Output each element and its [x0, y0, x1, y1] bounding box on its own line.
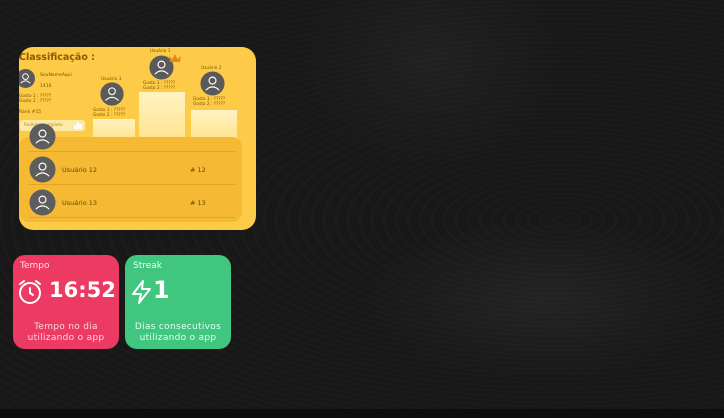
streak-title: Streak [133, 261, 163, 271]
streak-desc-line-2: utilizando o app [139, 333, 217, 343]
ranking-card: Classificação : SeuNomeAqui 1416 Gosto 1… [19, 47, 256, 230]
user-rank: # 12 [190, 166, 206, 174]
user-avatar-icon [29, 156, 56, 183]
time-value: 16:52 [49, 278, 116, 302]
time-stat-card[interactable]: Tempo 16:52 Tempo no dia utilizando o ap… [13, 255, 119, 349]
bottom-bar [0, 409, 724, 418]
streak-desc-line-1: Dias consecutivos [134, 322, 222, 332]
my-score: 1416 [40, 84, 52, 89]
user-name: Usuário 12 [62, 166, 98, 174]
podium-gosto2-1: Gosto 2 : ????? [143, 86, 176, 91]
user-avatar-icon [29, 123, 56, 150]
my-avatar-icon [19, 69, 35, 88]
user-avatar-icon [29, 189, 56, 216]
my-rank: Rank #15 [19, 110, 42, 115]
my-gosto-2: Gosto 2 : ????? [19, 99, 52, 104]
row-divider [29, 184, 235, 185]
my-name: SeuNomeAqui [40, 73, 72, 78]
crown-icon [169, 54, 181, 62]
streak-stat-card[interactable]: Streak 1 Dias consecutivos utilizando o … [125, 255, 231, 349]
user-rank: # 13 [190, 199, 206, 207]
list-item[interactable] [29, 121, 235, 152]
ranking-list: Usuário 12 # 12 Usuário 13 # 13 [19, 123, 242, 222]
list-item[interactable]: Usuário 12 # 12 [29, 154, 235, 185]
time-description: Tempo no dia utilizando o app [13, 322, 119, 344]
streak-description: Dias consecutivos utilizando o app [125, 322, 231, 344]
row-divider [29, 217, 235, 218]
streak-value: 1 [153, 276, 170, 304]
lightning-icon [132, 280, 151, 304]
clock-icon [19, 280, 41, 304]
podium-avatar-2-icon[interactable] [199, 70, 226, 97]
time-desc-line-2: utilizando o app [27, 333, 105, 343]
podium-avatar-3-icon[interactable] [99, 81, 125, 107]
ranking-title: Classificação : [19, 52, 95, 63]
user-name: Usuário 13 [62, 199, 98, 207]
podium-gosto2-3: Gosto 2 : ????? [93, 113, 126, 118]
time-desc-line-1: Tempo no dia [34, 322, 98, 332]
time-title: Tempo [20, 261, 50, 271]
row-divider [29, 151, 235, 152]
podium-gosto2-2: Gosto 2 : ????? [193, 102, 226, 107]
list-item[interactable]: Usuário 13 # 13 [29, 187, 235, 218]
